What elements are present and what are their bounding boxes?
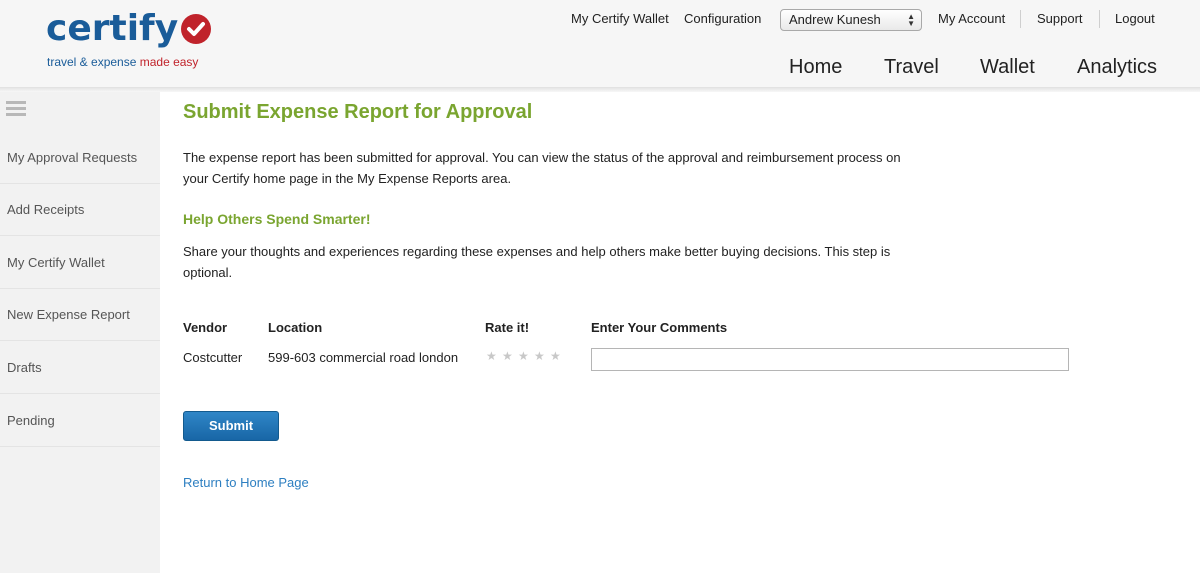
sidebar-item-pending[interactable]: Pending: [0, 395, 160, 447]
column-header-rating: Rate it!: [485, 320, 530, 335]
top-nav-wallet-link[interactable]: My Certify Wallet: [571, 11, 669, 26]
user-select-value: Andrew Kunesh: [789, 12, 881, 27]
select-arrows-icon: ▲ ▼: [907, 12, 915, 28]
top-nav-account-link[interactable]: My Account: [938, 11, 1005, 26]
sidebar: My Approval Requests Add Receipts My Cer…: [0, 92, 160, 573]
top-nav-configuration-link[interactable]: Configuration: [684, 11, 761, 26]
main-nav-wallet[interactable]: Wallet: [980, 56, 1035, 79]
column-header-location: Location: [268, 320, 323, 335]
logo-wordmark: certify: [46, 8, 179, 49]
top-nav-divider: [1020, 10, 1021, 28]
share-instructions: Share your thoughts and experiences rega…: [183, 244, 891, 280]
top-nav-support-link[interactable]: Support: [1037, 11, 1083, 26]
logo-tagline: travel & expense made easy: [47, 55, 198, 69]
star-icon[interactable]: ★: [534, 349, 550, 363]
checkmark-icon: [181, 14, 211, 44]
main-nav-home[interactable]: Home: [789, 56, 842, 79]
tagline-accent: made easy: [139, 55, 199, 69]
hamburger-menu-icon[interactable]: [6, 101, 26, 117]
sidebar-item-drafts[interactable]: Drafts: [0, 342, 160, 394]
sidebar-item-add-receipts[interactable]: Add Receipts: [0, 184, 160, 236]
submit-button[interactable]: Submit: [183, 411, 279, 441]
column-header-vendor: Vendor: [183, 320, 228, 335]
tagline-main: travel & expense: [47, 55, 140, 69]
star-rating[interactable]: ★ ★ ★ ★ ★: [486, 349, 566, 363]
user-select[interactable]: Andrew Kunesh ▲ ▼: [780, 9, 922, 31]
vendor-cell: Costcutter: [183, 350, 243, 365]
sidebar-item-approval-requests[interactable]: My Approval Requests: [0, 132, 160, 184]
star-icon[interactable]: ★: [550, 349, 566, 363]
app-header: certify travel & expense made easy My Ce…: [0, 0, 1200, 88]
comment-input[interactable]: [591, 348, 1069, 371]
location-cell: 599-603 commercial road london: [268, 350, 459, 365]
top-nav-logout-link[interactable]: Logout: [1115, 11, 1155, 26]
sidebar-item-certify-wallet[interactable]: My Certify Wallet: [0, 237, 160, 289]
main-nav-analytics[interactable]: Analytics: [1077, 56, 1157, 79]
help-others-heading: Help Others Spend Smarter!: [183, 211, 371, 227]
sidebar-item-new-expense-report[interactable]: New Expense Report: [0, 289, 160, 341]
header-divider: [0, 88, 1200, 92]
main-nav-travel[interactable]: Travel: [884, 56, 939, 79]
star-icon[interactable]: ★: [486, 349, 502, 363]
top-nav-divider: [1099, 10, 1100, 28]
star-icon[interactable]: ★: [518, 349, 534, 363]
return-home-link[interactable]: Return to Home Page: [183, 475, 309, 490]
star-icon[interactable]: ★: [502, 349, 518, 363]
certify-logo[interactable]: certify travel & expense made easy: [46, 8, 226, 72]
page-title: Submit Expense Report for Approval: [183, 101, 533, 123]
column-header-comments: Enter Your Comments: [591, 320, 728, 335]
submission-message: The expense report has been submitted fo…: [183, 150, 901, 186]
